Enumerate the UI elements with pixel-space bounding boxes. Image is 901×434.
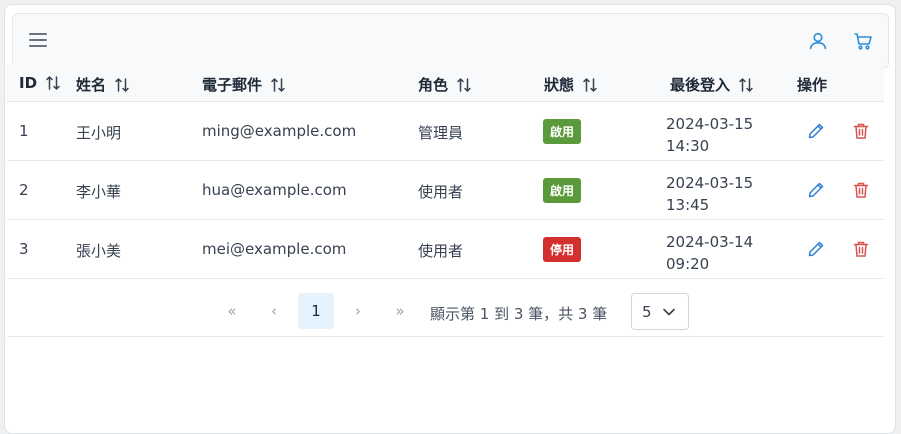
header-email[interactable]: 電子郵件 <box>202 74 286 95</box>
cell-name: 張小美 <box>76 242 122 260</box>
first-page-button[interactable]: « <box>214 293 250 329</box>
hamburger-icon[interactable] <box>29 33 47 49</box>
pagination: « ‹ 1 › » 顯示第 1 到 3 筆，共 3 筆 5 <box>7 279 884 337</box>
page-size-value: 5 <box>642 302 652 321</box>
delete-icon[interactable] <box>852 181 870 199</box>
table-row: 3 張小美 mei@example.com 使用者 停用 2024-03-14 … <box>7 220 884 279</box>
header-actions: 操作 <box>797 76 828 94</box>
delete-icon[interactable] <box>852 240 870 258</box>
header-id[interactable]: ID <box>19 74 61 92</box>
cell-last-login: 2024-03-15 14:30 <box>666 115 754 155</box>
cell-last-login: 2024-03-15 13:45 <box>666 174 754 214</box>
sort-icon[interactable] <box>45 75 61 91</box>
sort-icon[interactable] <box>270 77 286 93</box>
status-badge: 停用 <box>543 237 582 262</box>
last-page-button[interactable]: » <box>382 293 418 329</box>
cell-name: 李小華 <box>76 183 122 201</box>
cell-last-login: 2024-03-14 09:20 <box>666 233 754 273</box>
header-status[interactable]: 狀態 <box>544 74 598 95</box>
edit-icon[interactable] <box>807 122 825 140</box>
table-toolbar <box>12 13 889 69</box>
header-last-login[interactable]: 最後登入 <box>670 74 754 95</box>
cell-name: 王小明 <box>76 124 122 142</box>
sort-icon[interactable] <box>738 77 754 93</box>
sort-icon[interactable] <box>582 77 598 93</box>
status-badge: 啟用 <box>543 178 582 203</box>
page-button-current[interactable]: 1 <box>298 293 334 329</box>
cell-email: hua@example.com <box>202 181 347 199</box>
cell-id: 2 <box>19 181 29 199</box>
header-name[interactable]: 姓名 <box>76 74 130 95</box>
chevron-down-icon <box>662 305 676 323</box>
next-page-button[interactable]: › <box>340 293 376 329</box>
cell-role: 管理員 <box>418 124 464 142</box>
table-header: ID 姓名 電子郵件 角色 狀態 最後登入 操作 <box>7 64 884 102</box>
status-badge: 啟用 <box>543 119 582 144</box>
cell-role: 使用者 <box>418 183 464 201</box>
header-role[interactable]: 角色 <box>418 74 472 95</box>
sort-icon[interactable] <box>114 77 130 93</box>
cell-id: 3 <box>19 240 29 258</box>
delete-icon[interactable] <box>852 122 870 140</box>
cell-role: 使用者 <box>418 242 464 260</box>
cell-email: ming@example.com <box>202 122 357 140</box>
cell-id: 1 <box>19 122 29 140</box>
prev-page-button[interactable]: ‹ <box>256 293 292 329</box>
table-row: 1 王小明 ming@example.com 管理員 啟用 2024-03-15… <box>7 102 884 161</box>
pagination-info: 顯示第 1 到 3 筆，共 3 筆 <box>430 305 608 323</box>
edit-icon[interactable] <box>807 240 825 258</box>
table-row: 2 李小華 hua@example.com 使用者 啟用 2024-03-15 … <box>7 161 884 220</box>
user-icon[interactable] <box>808 31 828 51</box>
cart-icon[interactable] <box>853 31 873 51</box>
edit-icon[interactable] <box>807 181 825 199</box>
page-size-select[interactable]: 5 <box>631 293 689 330</box>
cell-email: mei@example.com <box>202 240 347 258</box>
sort-icon[interactable] <box>456 77 472 93</box>
